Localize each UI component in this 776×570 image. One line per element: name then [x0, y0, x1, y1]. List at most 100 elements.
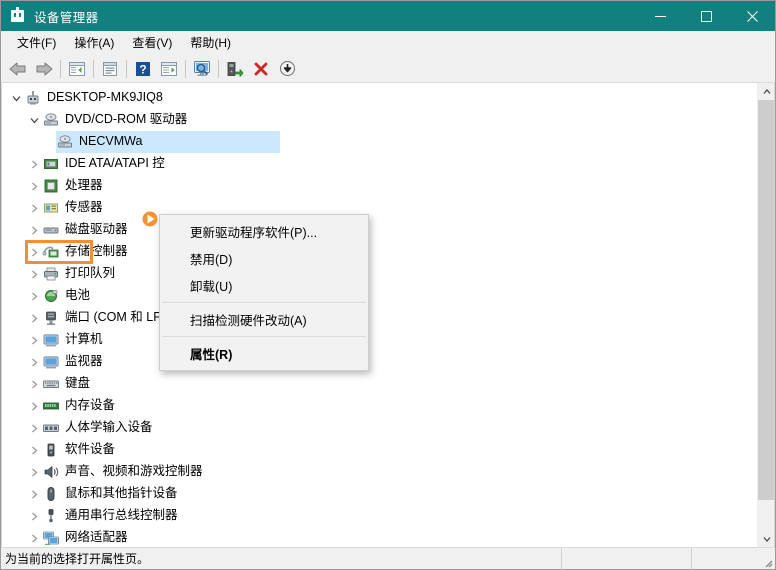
chevron-right-icon[interactable]	[26, 351, 42, 373]
view-button[interactable]	[156, 57, 182, 81]
tree-row-category[interactable]: 电池	[2, 285, 757, 307]
scan-hardware-changes-button[interactable]	[189, 57, 215, 81]
help-button[interactable]: ?	[130, 57, 156, 81]
scrollbar-track[interactable]	[758, 100, 775, 530]
tree-row-category[interactable]: 处理器	[2, 175, 757, 197]
red-x-icon	[253, 61, 269, 77]
resize-grip-icon[interactable]	[761, 556, 773, 568]
chevron-right-icon[interactable]	[26, 241, 42, 263]
tree-row-category[interactable]: 内存设备	[2, 395, 757, 417]
chevron-right-icon[interactable]	[26, 175, 42, 197]
minimize-button[interactable]	[637, 1, 683, 31]
menu-file[interactable]: 文件(F)	[8, 34, 65, 53]
tree-row-root[interactable]: DESKTOP-MK9JIQ8	[2, 87, 757, 109]
tree-row-category[interactable]: 网络适配器	[2, 527, 757, 547]
maximize-icon	[701, 11, 712, 22]
back-button[interactable]	[5, 57, 31, 81]
context-menu-item-scan-hardware-changes[interactable]: 扫描检测硬件改动(A)	[160, 306, 368, 333]
menu-view[interactable]: 查看(V)	[123, 34, 181, 53]
chevron-right-icon[interactable]	[26, 417, 42, 439]
chevron-right-icon[interactable]	[26, 373, 42, 395]
tree-row-category[interactable]: 存储控制器	[2, 241, 757, 263]
chevron-down-icon[interactable]	[8, 87, 24, 109]
storage-controller-icon	[42, 243, 60, 261]
tree-row-label: 磁盘驱动器	[65, 223, 128, 237]
menu-bar: 文件(F) 操作(A) 查看(V) 帮助(H)	[1, 31, 775, 55]
chevron-right-icon[interactable]	[26, 263, 42, 285]
tree-row-label: 鼠标和其他指针设备	[65, 487, 178, 501]
menu-action[interactable]: 操作(A)	[65, 34, 123, 53]
tree-row-category[interactable]: 监视器	[2, 351, 757, 373]
tree-row-label: 电池	[65, 289, 90, 303]
chevron-right-icon[interactable]	[26, 461, 42, 483]
tree-row-category[interactable]: 打印队列	[2, 263, 757, 285]
disable-button[interactable]	[274, 57, 300, 81]
vertical-scrollbar[interactable]	[757, 83, 774, 547]
context-menu-item-update-driver[interactable]: 更新驱动程序软件(P)...	[160, 218, 368, 245]
tree-row-label: 声音、视频和游戏控制器	[65, 465, 203, 479]
chevron-up-icon	[763, 88, 771, 96]
tree-row-dvd-group[interactable]: DVD/CD-ROM 驱动器	[2, 109, 757, 131]
status-pane-2	[561, 548, 691, 570]
scroll-down-button[interactable]	[758, 530, 775, 547]
context-menu-item-uninstall[interactable]: 卸载(U)	[160, 272, 368, 299]
tree-row-category[interactable]: 软件设备	[2, 439, 757, 461]
back-arrow-icon	[9, 61, 27, 77]
status-message: 为当前的选择打开属性页。	[1, 550, 561, 567]
chevron-right-icon[interactable]	[26, 153, 42, 175]
chevron-right-icon[interactable]	[26, 285, 42, 307]
tree-row-label: 存储控制器	[65, 245, 128, 259]
tree-row-label: 计算机	[65, 333, 103, 347]
tree-row-category[interactable]: 鼠标和其他指针设备	[2, 483, 757, 505]
chevron-right-icon[interactable]	[26, 197, 42, 219]
svg-text:?: ?	[139, 62, 146, 76]
context-menu[interactable]: 更新驱动程序软件(P)... 禁用(D) 卸载(U) 扫描检测硬件改动(A) 属…	[159, 214, 369, 371]
tree-row-category[interactable]: 人体学输入设备	[2, 417, 757, 439]
chevron-down-icon[interactable]	[26, 109, 42, 131]
tree-row-category[interactable]: 键盘	[2, 373, 757, 395]
uninstall-button[interactable]	[248, 57, 274, 81]
tree-row-category[interactable]: 传感器	[2, 197, 757, 219]
scrollbar-thumb[interactable]	[758, 100, 775, 500]
show-hide-console-tree-button[interactable]	[64, 57, 90, 81]
close-button[interactable]	[729, 1, 775, 31]
tree-row-category[interactable]: 磁盘驱动器	[2, 219, 757, 241]
computer-root-icon	[24, 89, 42, 107]
tree-row-category[interactable]: 通用串行总线控制器	[2, 505, 757, 527]
menu-help[interactable]: 帮助(H)	[181, 34, 240, 53]
tree-row-category[interactable]: 声音、视频和游戏控制器	[2, 461, 757, 483]
chevron-right-icon[interactable]	[26, 329, 42, 351]
tree-row-category[interactable]: 计算机	[2, 329, 757, 351]
tree-row-category[interactable]: 端口 (COM 和 LPT)	[2, 307, 757, 329]
memory-icon	[42, 397, 60, 415]
chevron-right-icon[interactable]	[26, 219, 42, 241]
usb-icon	[42, 507, 60, 525]
maximize-button[interactable]	[683, 1, 729, 31]
device-tree[interactable]: DESKTOP-MK9JIQ8 DVD/CD-ROM 驱动器	[2, 83, 757, 547]
device-manager-window: 设备管理器 文件(F) 操作(A) 查看(V) 帮助(H)	[0, 0, 776, 570]
chevron-right-icon[interactable]	[26, 439, 42, 461]
tree-content-area: DESKTOP-MK9JIQ8 DVD/CD-ROM 驱动器	[1, 83, 775, 547]
chevron-down-icon	[763, 535, 771, 543]
software-device-icon	[42, 441, 60, 459]
chevron-right-icon[interactable]	[26, 505, 42, 527]
tree-row-selected-device[interactable]: NECVMWa	[2, 131, 757, 153]
chevron-right-icon[interactable]	[26, 527, 42, 547]
chevron-right-icon[interactable]	[26, 483, 42, 505]
context-menu-item-properties[interactable]: 属性(R)	[160, 340, 368, 367]
forward-button[interactable]	[31, 57, 57, 81]
scroll-up-button[interactable]	[758, 83, 775, 100]
update-driver-button[interactable]	[222, 57, 248, 81]
properties-button[interactable]	[97, 57, 123, 81]
window-controls	[637, 1, 775, 31]
tree-row-category[interactable]: IDE ATA/ATAPI 控	[2, 153, 757, 175]
context-menu-separator	[162, 336, 366, 337]
context-menu-item-disable[interactable]: 禁用(D)	[160, 245, 368, 272]
console-tree-icon	[68, 61, 86, 77]
chevron-right-icon[interactable]	[26, 395, 42, 417]
audio-icon	[42, 463, 60, 481]
keyboard-icon	[42, 375, 60, 393]
tree-row-label: 处理器	[65, 179, 103, 193]
dvd-device-icon	[56, 133, 74, 151]
chevron-right-icon[interactable]	[26, 307, 42, 329]
